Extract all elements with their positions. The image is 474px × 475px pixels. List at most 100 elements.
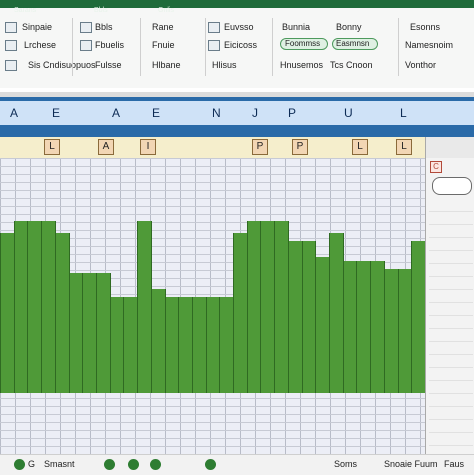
header-cell[interactable]: P [252,139,268,155]
side-pane-row[interactable] [429,251,473,264]
tab-1[interactable]: Sarans [14,7,36,14]
side-pane-row[interactable] [429,225,473,238]
ribbon-text[interactable]: Foommss [285,39,320,49]
column-letters: A E A E N J P U L [0,101,474,125]
tab-3[interactable]: Gnlis [158,7,174,14]
column-letter[interactable]: N [212,106,221,120]
ribbon-text[interactable]: Easmnsn [336,39,369,49]
column-letter[interactable]: A [112,106,120,120]
ribbon-icon[interactable] [80,40,92,51]
chart-bar [82,273,97,393]
chart-bar [0,233,15,393]
chart-bar [13,221,29,393]
status-icon[interactable] [104,459,115,470]
side-pane-row[interactable] [429,264,473,277]
side-pane-row[interactable] [429,355,473,368]
chart-bar [274,221,289,393]
side-pane-row[interactable] [429,420,473,433]
side-pane-row[interactable] [429,303,473,316]
status-text: Soms [334,459,358,469]
side-pane-row[interactable] [429,212,473,225]
ribbon-text[interactable]: Bonny [336,22,362,32]
status-icon[interactable] [205,459,216,470]
header-cell[interactable]: I [140,139,156,155]
ribbon-icon[interactable] [208,40,220,51]
c-icon[interactable]: C [430,161,442,173]
ribbon-text[interactable]: Hnusemos [280,60,323,70]
header-cell[interactable]: L [44,139,60,155]
side-pane-row[interactable] [429,407,473,420]
status-tab[interactable]: G [28,459,35,469]
status-icon[interactable] [150,459,161,470]
side-pane-row[interactable] [429,277,473,290]
chart-bar [205,297,221,393]
chart-bar [342,261,358,393]
chart-bar [383,269,399,393]
header-cell[interactable]: A [98,139,114,155]
ribbon-text[interactable]: Euvsso [224,22,254,32]
chart-bar [301,241,317,393]
grid-hline [0,422,425,423]
tab-2[interactable]: Bbls [94,7,108,14]
ribbon-text[interactable]: Fnuie [152,40,175,50]
chart-bar [54,233,70,393]
side-pane-row[interactable] [429,368,473,381]
grid-hline [0,182,425,183]
chart-bar [137,221,152,393]
grid-hline [0,174,425,175]
column-header-bar: A E A E N J P U L [0,92,474,137]
ribbon-text[interactable]: Fbuelis [95,40,124,50]
column-letter[interactable]: A [10,106,18,120]
ribbon-icon[interactable] [5,22,17,33]
shape-thumbnail[interactable] [432,177,472,195]
ribbon-text[interactable]: Lrchese [24,40,56,50]
column-letter[interactable]: L [400,106,407,120]
ribbon-icon[interactable] [5,40,17,51]
ribbon-text[interactable]: Rane [152,22,174,32]
ribbon-text[interactable]: Fulsse [95,60,122,70]
side-pane-row[interactable] [429,381,473,394]
grid-hline [0,166,425,167]
side-pane-row[interactable] [429,329,473,342]
chart-bar [246,221,262,393]
ribbon-text[interactable]: Vonthor [405,60,436,70]
status-icon[interactable] [14,459,25,470]
chart-bar [41,221,56,393]
side-pane-row[interactable] [429,342,473,355]
ribbon-text[interactable]: Tcs Cnoon [330,60,373,70]
ribbon-icon[interactable] [5,60,17,71]
chart-bar [356,261,372,393]
column-letter[interactable]: E [52,106,60,120]
column-letter[interactable]: J [252,106,258,120]
header-cell[interactable]: L [352,139,368,155]
status-tab[interactable]: Smasnt [44,459,75,469]
ribbon-icon[interactable] [208,22,220,33]
ribbon-text[interactable]: Eicicoss [224,40,257,50]
side-pane-row[interactable] [429,290,473,303]
ribbon-text[interactable]: Hlisus [212,60,237,70]
ribbon-text[interactable]: Hlbane [152,60,181,70]
grid-hline [0,190,425,191]
grid-hline [0,446,425,447]
ribbon-text[interactable]: Namesnoim [405,40,453,50]
column-letter[interactable]: E [152,106,160,120]
side-pane-row[interactable] [429,199,473,212]
ribbon-text[interactable]: Bbls [95,22,113,32]
side-pane-row[interactable] [429,394,473,407]
chart-grid[interactable] [0,158,425,454]
ribbon-text[interactable]: Sis Cndisuopuos [28,60,96,70]
column-letter[interactable]: P [288,106,296,120]
header-cell[interactable]: P [292,139,308,155]
grid-hline [0,158,425,159]
header-cell[interactable]: L [396,139,412,155]
column-letter[interactable]: U [344,106,353,120]
status-icon[interactable] [128,459,139,470]
ribbon-text[interactable]: Sinpaie [22,22,52,32]
side-pane-row[interactable] [429,433,473,446]
ribbon-text[interactable]: Bunnia [282,22,310,32]
side-pane-row[interactable] [429,316,473,329]
grid-hline [0,430,425,431]
ribbon-icon[interactable] [80,22,92,33]
side-pane-row[interactable] [429,238,473,251]
ribbon-text[interactable]: Esonns [410,22,440,32]
